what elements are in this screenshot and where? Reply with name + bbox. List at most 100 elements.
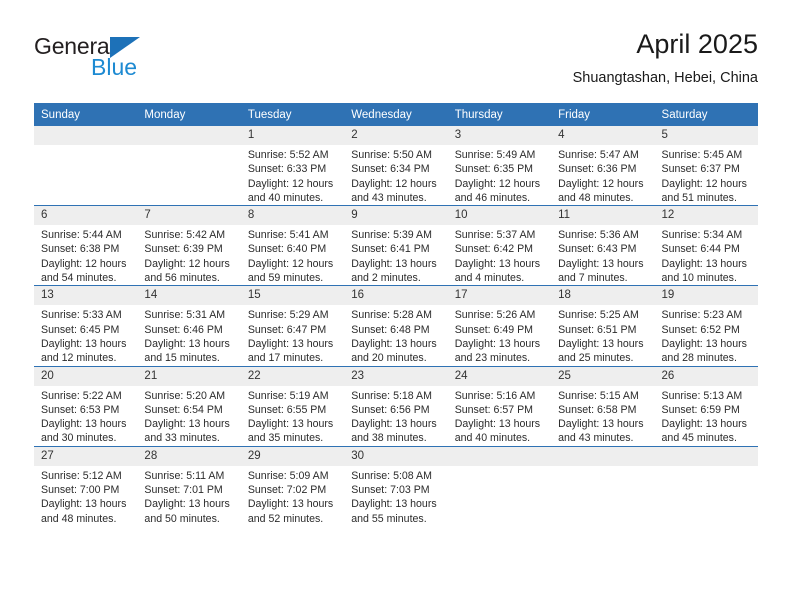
sunrise-time: Sunrise: 5:50 AM — [351, 149, 432, 161]
sunrise-time: Sunrise: 5:37 AM — [454, 229, 536, 242]
calendar-day-cell[interactable]: 21 Sunrise: 5:20 AM Sunset: 6:54 PM Dayligh… — [137, 366, 241, 447]
sunset-time: Sunset: 6:58 PM — [558, 403, 637, 416]
calendar-day-cell[interactable]: 19 Sunrise: 5:23 AM Sunset: 6:52 PM Dayligh… — [654, 285, 758, 367]
sunrise-time: Sunrise: 5:26 AM — [454, 309, 536, 322]
daylight-duration-line1: Daylight: 13 hours — [41, 418, 127, 431]
sunrise-time: Sunrise: 5:11 AM — [144, 469, 225, 482]
daylight-duration-line1: Daylight: 13 hours — [454, 337, 541, 350]
day-number: 5 — [654, 126, 758, 145]
daylight-duration-line1: Daylight: 13 hours — [144, 498, 230, 511]
weekday-header-thursday: Thursday — [447, 103, 552, 126]
calendar-day-cell[interactable]: 24 Sunrise: 5:16 AM Sunset: 6:57 PM Dayligh… — [447, 366, 552, 447]
daylight-duration-line2: and 38 minutes. — [351, 432, 427, 445]
page-subtitle: Shuangtashan, Hebei, China — [572, 70, 758, 86]
daylight-duration-line2: and 28 minutes. — [661, 352, 737, 365]
day-number: 20 — [34, 366, 138, 386]
calendar-day-cell[interactable]: 7 Sunrise: 5:42 AM Sunset: 6:39 PM Daylight… — [137, 205, 241, 287]
day-number: 9 — [344, 206, 448, 226]
calendar-week-row: 13 Sunrise: 5:33 AM Sunset: 6:45 PM Dayligh… — [34, 285, 758, 367]
calendar-day-cell[interactable]: 15 Sunrise: 5:29 AM Sunset: 6:47 PM Dayligh… — [240, 285, 345, 367]
sunset-time: Sunset: 6:45 PM — [41, 323, 120, 336]
daylight-duration-line1: Daylight: 12 hours — [144, 257, 230, 270]
calendar-day-cell[interactable]: 6 Sunrise: 5:44 AM Sunset: 6:38 PM Daylight… — [34, 205, 138, 287]
calendar-day-cell[interactable]: 29 Sunrise: 5:09 AM Sunset: 7:02 PM Dayligh… — [240, 446, 345, 526]
calendar-day-cell[interactable]: 14 Sunrise: 5:31 AM Sunset: 6:46 PM Dayligh… — [137, 285, 241, 367]
calendar-day-cell[interactable]: 4 Sunrise: 5:47 AM Sunset: 6:36 PM Daylight… — [551, 126, 655, 207]
calendar-day-cell[interactable]: 28 Sunrise: 5:11 AM Sunset: 7:01 PM Dayligh… — [137, 446, 241, 526]
day-details: Sunrise: 5:37 AM Sunset: 6:42 PM Daylight:… — [448, 225, 551, 285]
day-details: Sunrise: 5:13 AM Sunset: 6:59 PM Daylight:… — [655, 386, 758, 446]
sunrise-time: Sunrise: 5:15 AM — [558, 389, 639, 402]
day-number: 15 — [240, 286, 345, 306]
day-number — [551, 446, 655, 466]
calendar-day-cell[interactable]: 27 Sunrise: 5:12 AM Sunset: 7:00 PM Dayligh… — [34, 446, 138, 526]
daylight-duration-line2: and 35 minutes. — [247, 432, 324, 445]
calendar-day-cell[interactable]: 23 Sunrise: 5:18 AM Sunset: 6:56 PM Dayligh… — [344, 366, 448, 447]
daylight-duration-line2: and 4 minutes. — [454, 272, 525, 285]
calendar-day-cell[interactable]: 25 Sunrise: 5:15 AM Sunset: 6:58 PM Dayligh… — [551, 366, 655, 447]
sunset-time: Sunset: 6:42 PM — [454, 243, 534, 256]
day-number: 22 — [240, 366, 345, 386]
sunrise-time: Sunrise: 5:22 AM — [41, 389, 122, 402]
calendar-day-cell[interactable]: 1 Sunrise: 5:52 AM Sunset: 6:33 PM Daylight… — [240, 126, 345, 207]
sunrise-time: Sunrise: 5:19 AM — [247, 389, 329, 402]
weekday-header-saturday: Saturday — [654, 103, 758, 126]
sunrise-time: Sunrise: 5:18 AM — [351, 389, 432, 402]
title-block: April 2025 Shuangtashan, Hebei, China — [573, 28, 758, 88]
calendar-day-cell[interactable]: 20 Sunrise: 5:22 AM Sunset: 6:53 PM Dayligh… — [34, 366, 138, 447]
sunset-time: Sunset: 6:43 PM — [558, 243, 637, 256]
weekday-header-sunday: Sunday — [34, 103, 138, 126]
day-details: Sunrise: 5:15 AM Sunset: 6:58 PM Daylight:… — [551, 386, 654, 446]
calendar-day-cell[interactable]: 2 Sunrise: 5:50 AM Sunset: 6:34 PM Daylight… — [344, 126, 448, 207]
day-number: 27 — [34, 446, 138, 466]
day-details: Sunrise: 5:09 AM Sunset: 7:02 PM Daylight:… — [241, 466, 344, 526]
calendar-day-cell[interactable]: 8 Sunrise: 5:41 AM Sunset: 6:40 PM Daylight… — [240, 205, 345, 287]
sunrise-time: Sunrise: 5:44 AM — [41, 229, 122, 242]
calendar-day-cell[interactable]: 5 Sunrise: 5:45 AM Sunset: 6:37 PM Daylight… — [654, 126, 758, 207]
calendar-day-cell-empty — [654, 446, 758, 526]
sunset-time: Sunset: 6:37 PM — [661, 163, 740, 176]
sunrise-time: Sunrise: 5:31 AM — [144, 309, 226, 322]
calendar-day-cell[interactable]: 11 Sunrise: 5:36 AM Sunset: 6:43 PM Dayligh… — [551, 205, 655, 287]
sunset-time: Sunset: 6:48 PM — [351, 323, 430, 336]
daylight-duration-line1: Daylight: 13 hours — [41, 337, 127, 350]
daylight-duration-line2: and 2 minutes. — [351, 272, 421, 285]
sunset-time: Sunset: 6:51 PM — [558, 323, 637, 336]
sunrise-time: Sunrise: 5:45 AM — [661, 149, 743, 161]
day-details: Sunrise: 5:41 AM Sunset: 6:40 PM Daylight:… — [241, 225, 344, 285]
weekday-header-wednesday: Wednesday — [344, 103, 448, 126]
sunset-time: Sunset: 6:57 PM — [454, 403, 534, 416]
day-details: Sunrise: 5:33 AM Sunset: 6:45 PM Daylight:… — [34, 305, 137, 365]
calendar-day-cell[interactable]: 3 Sunrise: 5:49 AM Sunset: 6:35 PM Daylight… — [447, 126, 552, 207]
daylight-duration-line2: and 40 minutes. — [454, 432, 531, 445]
day-details: Sunrise: 5:19 AM Sunset: 6:55 PM Daylight:… — [241, 386, 344, 446]
sunrise-time: Sunrise: 5:12 AM — [41, 469, 122, 482]
sunset-time: Sunset: 6:35 PM — [454, 163, 534, 176]
calendar-day-cell[interactable]: 10 Sunrise: 5:37 AM Sunset: 6:42 PM Dayligh… — [447, 205, 552, 287]
calendar-day-cell[interactable]: 18 Sunrise: 5:25 AM Sunset: 6:51 PM Dayligh… — [551, 285, 655, 367]
calendar-day-cell[interactable]: 9 Sunrise: 5:39 AM Sunset: 6:41 PM Daylight… — [344, 205, 448, 287]
day-details: Sunrise: 5:08 AM Sunset: 7:03 PM Daylight:… — [344, 466, 447, 526]
daylight-duration-line1: Daylight: 13 hours — [41, 498, 127, 511]
calendar-day-cell[interactable]: 30 Sunrise: 5:08 AM Sunset: 7:03 PM Dayligh… — [344, 446, 448, 526]
calendar-day-cell[interactable]: 22 Sunrise: 5:19 AM Sunset: 6:55 PM Dayligh… — [240, 366, 345, 447]
calendar-day-cell[interactable]: 12 Sunrise: 5:34 AM Sunset: 6:44 PM Dayligh… — [654, 205, 758, 287]
daylight-duration-line1: Daylight: 13 hours — [661, 337, 747, 350]
calendar-day-cell[interactable]: 13 Sunrise: 5:33 AM Sunset: 6:45 PM Dayligh… — [34, 285, 138, 367]
calendar-day-cell[interactable]: 17 Sunrise: 5:26 AM Sunset: 6:49 PM Dayligh… — [447, 285, 552, 367]
sunset-time: Sunset: 7:02 PM — [247, 484, 327, 497]
sunrise-sunset-calendar: Sunday Monday Tuesday Wednesday Thursday… — [34, 103, 758, 526]
calendar-week-row: 20 Sunrise: 5:22 AM Sunset: 6:53 PM Dayligh… — [34, 366, 758, 447]
sunset-time: Sunset: 6:54 PM — [144, 403, 223, 416]
sunset-time: Sunset: 6:36 PM — [558, 163, 637, 176]
sunset-time: Sunset: 6:38 PM — [41, 243, 120, 256]
calendar-day-cell[interactable]: 26 Sunrise: 5:13 AM Sunset: 6:59 PM Dayligh… — [654, 366, 758, 447]
day-number: 28 — [137, 446, 241, 466]
calendar-day-cell[interactable]: 16 Sunrise: 5:28 AM Sunset: 6:48 PM Dayligh… — [344, 285, 448, 367]
sunrise-time: Sunrise: 5:34 AM — [661, 229, 743, 242]
day-details: Sunrise: 5:18 AM Sunset: 6:56 PM Daylight:… — [344, 386, 447, 446]
daylight-duration-line2: and 46 minutes. — [454, 191, 531, 204]
daylight-duration-line1: Daylight: 13 hours — [351, 498, 437, 511]
day-number: 16 — [344, 286, 448, 306]
day-details: Sunrise: 5:28 AM Sunset: 6:48 PM Daylight:… — [344, 305, 447, 365]
